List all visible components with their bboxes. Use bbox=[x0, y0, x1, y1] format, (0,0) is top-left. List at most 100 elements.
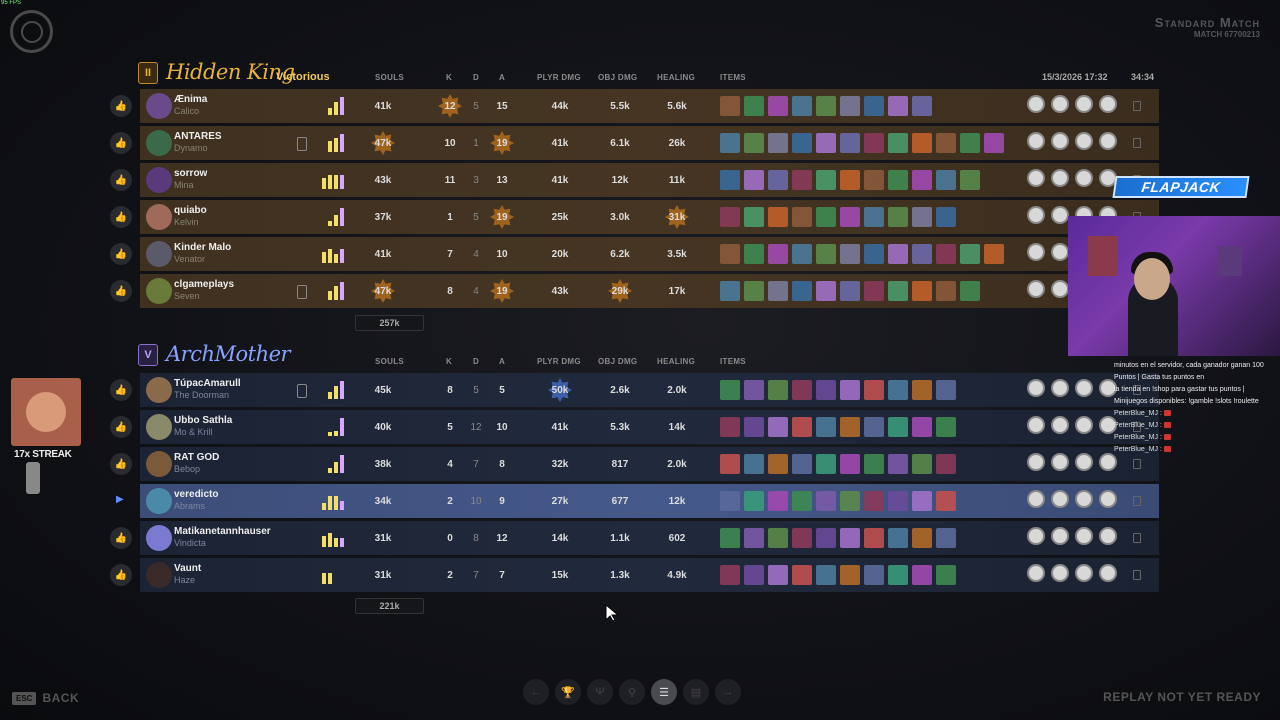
item-icon[interactable] bbox=[936, 417, 956, 437]
item-icon[interactable] bbox=[936, 133, 956, 153]
item-icon[interactable] bbox=[768, 565, 788, 585]
item-icon[interactable] bbox=[744, 96, 764, 116]
item-icon[interactable] bbox=[864, 170, 884, 190]
item-icon[interactable] bbox=[888, 380, 908, 400]
item-icon[interactable] bbox=[816, 96, 836, 116]
item-icon[interactable] bbox=[744, 380, 764, 400]
ability-icon[interactable] bbox=[1051, 206, 1069, 224]
ability-icon[interactable] bbox=[1075, 132, 1093, 150]
copy-build-icon[interactable] bbox=[1133, 138, 1141, 148]
ability-icon[interactable] bbox=[1027, 243, 1045, 261]
player-row[interactable]: 👍 TúpacAmarull The Doorman 45k 8 5 5 50k 2.6k 2.0… bbox=[110, 373, 1159, 407]
player-row[interactable]: 👍 Matikanetannhauser Vindicta 31k 0 8 12 14k 1.1… bbox=[110, 521, 1159, 555]
ability-icon[interactable] bbox=[1027, 416, 1045, 434]
item-icon[interactable] bbox=[960, 281, 980, 301]
item-icon[interactable] bbox=[744, 565, 764, 585]
item-icon[interactable] bbox=[888, 454, 908, 474]
item-icon[interactable] bbox=[912, 528, 932, 548]
ability-icon[interactable] bbox=[1051, 169, 1069, 187]
ability-icon[interactable] bbox=[1099, 564, 1117, 582]
item-icon[interactable] bbox=[912, 565, 932, 585]
item-icon[interactable] bbox=[912, 380, 932, 400]
item-icon[interactable] bbox=[984, 133, 1004, 153]
item-icon[interactable] bbox=[840, 565, 860, 585]
item-icon[interactable] bbox=[792, 491, 812, 511]
item-icon[interactable] bbox=[888, 281, 908, 301]
item-icon[interactable] bbox=[768, 133, 788, 153]
item-icon[interactable] bbox=[792, 454, 812, 474]
item-icon[interactable] bbox=[912, 133, 932, 153]
item-icon[interactable] bbox=[816, 207, 836, 227]
item-icon[interactable] bbox=[792, 170, 812, 190]
ability-icon[interactable] bbox=[1051, 95, 1069, 113]
item-icon[interactable] bbox=[768, 528, 788, 548]
item-icon[interactable] bbox=[864, 565, 884, 585]
item-icon[interactable] bbox=[864, 244, 884, 264]
item-icon[interactable] bbox=[792, 133, 812, 153]
player-row[interactable]: 👍 Ænima Calico 41k 12 5 15 44k 5.5k 5.6k bbox=[110, 89, 1159, 123]
item-icon[interactable] bbox=[720, 565, 740, 585]
item-icon[interactable] bbox=[768, 96, 788, 116]
item-icon[interactable] bbox=[744, 491, 764, 511]
ability-icon[interactable] bbox=[1027, 527, 1045, 545]
item-icon[interactable] bbox=[912, 170, 932, 190]
ability-icon[interactable] bbox=[1099, 490, 1117, 508]
item-icon[interactable] bbox=[720, 170, 740, 190]
item-icon[interactable] bbox=[840, 528, 860, 548]
item-icon[interactable] bbox=[816, 281, 836, 301]
item-icon[interactable] bbox=[792, 281, 812, 301]
thumbs-up-icon[interactable]: 👍 bbox=[110, 379, 132, 401]
ability-icon[interactable] bbox=[1075, 169, 1093, 187]
ability-icon[interactable] bbox=[1075, 379, 1093, 397]
team-icon[interactable]: Ψ bbox=[587, 679, 613, 705]
ability-icon[interactable] bbox=[1027, 379, 1045, 397]
ability-icon[interactable] bbox=[1051, 132, 1069, 150]
thumbs-up-icon[interactable]: 👍 bbox=[110, 206, 132, 228]
item-icon[interactable] bbox=[744, 207, 764, 227]
ability-icon[interactable] bbox=[1075, 95, 1093, 113]
item-icon[interactable] bbox=[720, 491, 740, 511]
player-row[interactable]: 👍 sorrow Mina 43k 11 3 13 41k 12k 11k bbox=[110, 163, 1159, 197]
prev-arrow-icon[interactable]: ← bbox=[523, 679, 549, 705]
item-icon[interactable] bbox=[864, 491, 884, 511]
ability-icon[interactable] bbox=[1027, 490, 1045, 508]
ability-icon[interactable] bbox=[1051, 564, 1069, 582]
item-icon[interactable] bbox=[816, 244, 836, 264]
ability-icon[interactable] bbox=[1075, 490, 1093, 508]
item-icon[interactable] bbox=[744, 528, 764, 548]
item-icon[interactable] bbox=[936, 454, 956, 474]
item-icon[interactable] bbox=[768, 207, 788, 227]
back-button[interactable]: ESC BACK bbox=[12, 691, 79, 705]
item-icon[interactable] bbox=[888, 133, 908, 153]
ability-icon[interactable] bbox=[1027, 206, 1045, 224]
item-icon[interactable] bbox=[864, 133, 884, 153]
settings-gear-icon[interactable] bbox=[10, 10, 53, 53]
item-icon[interactable] bbox=[768, 454, 788, 474]
item-icon[interactable] bbox=[720, 454, 740, 474]
item-icon[interactable] bbox=[840, 133, 860, 153]
item-icon[interactable] bbox=[720, 417, 740, 437]
item-icon[interactable] bbox=[816, 380, 836, 400]
player-row[interactable]: ▶ veredicto Abrams 34k 2 10 9 27k 677 12k bbox=[116, 484, 1159, 518]
player-row[interactable]: 👍 ANTARES Dynamo 47k 10 1 19 41k 6.1k 26k bbox=[110, 126, 1159, 160]
ability-icon[interactable] bbox=[1051, 527, 1069, 545]
player-row[interactable]: 👍 Ubbo Sathla Mo & Krill 40k 5 12 10 41k 5.3k 14k bbox=[110, 410, 1159, 444]
item-icon[interactable] bbox=[936, 380, 956, 400]
thumbs-up-icon[interactable]: 👍 bbox=[110, 564, 132, 586]
copy-build-icon[interactable] bbox=[1133, 533, 1141, 543]
item-icon[interactable] bbox=[912, 417, 932, 437]
item-icon[interactable] bbox=[840, 244, 860, 264]
ability-icon[interactable] bbox=[1027, 169, 1045, 187]
stats-chart-icon[interactable]: ▤ bbox=[683, 679, 709, 705]
item-icon[interactable] bbox=[744, 281, 764, 301]
item-icon[interactable] bbox=[840, 491, 860, 511]
copy-build-icon[interactable] bbox=[1133, 570, 1141, 580]
ability-icon[interactable] bbox=[1099, 527, 1117, 545]
item-icon[interactable] bbox=[720, 281, 740, 301]
ability-icon[interactable] bbox=[1051, 416, 1069, 434]
item-icon[interactable] bbox=[792, 96, 812, 116]
item-icon[interactable] bbox=[792, 244, 812, 264]
item-icon[interactable] bbox=[888, 170, 908, 190]
player-row[interactable]: 👍 clgameplays Seven 47k 8 4 19 43k 29k 17k bbox=[110, 274, 1159, 308]
thumbs-up-icon[interactable]: 👍 bbox=[110, 280, 132, 302]
